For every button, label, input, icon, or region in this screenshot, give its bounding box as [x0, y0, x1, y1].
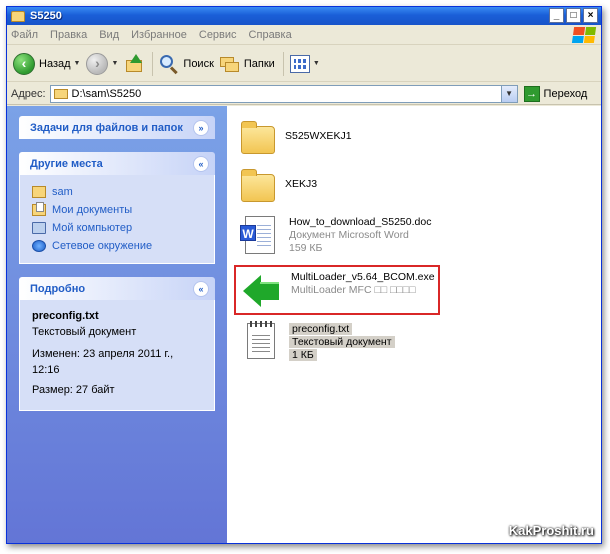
- place-link-sam[interactable]: sam: [32, 183, 204, 201]
- other-places-panel: Другие места « sam Мои документы Мой ком…: [19, 152, 215, 264]
- chevron-down-icon[interactable]: ▼: [313, 60, 320, 67]
- chevron-down-icon[interactable]: ▼: [111, 60, 118, 67]
- my-documents-icon: [32, 202, 46, 216]
- menu-help[interactable]: Справка: [249, 29, 292, 41]
- toolbar-separator: [282, 51, 284, 76]
- minimize-button[interactable]: _: [549, 8, 564, 23]
- place-link-network[interactable]: Сетевое окружение: [32, 237, 204, 255]
- file-name: How_to_download_S5250.doc: [289, 216, 432, 228]
- details-file-type: Текстовый документ: [32, 326, 137, 338]
- go-label: Переход: [543, 87, 588, 100]
- toolbar: ‹ Назад ▼ › ▼ Поиск Папки ▼: [7, 46, 601, 82]
- chevron-up-icon[interactable]: «: [193, 155, 209, 172]
- search-button[interactable]: Поиск: [159, 54, 214, 74]
- close-button[interactable]: ×: [583, 8, 598, 23]
- file-item-folder-s525wxekj1[interactable]: S525WXEKJ1: [241, 118, 352, 154]
- file-name: MultiLoader_v5.64_BCOM.exe: [291, 271, 435, 283]
- back-label: Назад: [39, 57, 71, 70]
- back-arrow-icon: ‹: [13, 52, 35, 75]
- views-icon: [289, 54, 310, 73]
- forward-button[interactable]: › ▼: [86, 52, 118, 75]
- details-panel: Подробно « preconfig.txt Текстовый докум…: [19, 277, 215, 411]
- folder-icon: [241, 121, 275, 154]
- task-pane: Задачи для файлов и папок » Другие места…: [7, 106, 227, 543]
- folder-icon: [241, 169, 275, 202]
- watermark: KakProshit.ru: [508, 523, 594, 538]
- forward-arrow-icon: ›: [86, 52, 109, 75]
- back-button[interactable]: ‹ Назад ▼: [13, 52, 81, 75]
- place-label: Сетевое окружение: [52, 240, 153, 252]
- address-label: Адрес:: [11, 87, 46, 100]
- toolbar-separator: [152, 51, 154, 76]
- views-button[interactable]: ▼: [289, 54, 320, 73]
- menu-file[interactable]: Файл: [11, 29, 38, 41]
- my-computer-icon: [32, 222, 46, 234]
- place-label: sam: [52, 186, 73, 198]
- place-label: Мой компьютер: [52, 222, 133, 234]
- details-file-name: preconfig.txt: [32, 310, 99, 322]
- menu-favorites[interactable]: Избранное: [131, 29, 187, 41]
- file-tasks-title: Задачи для файлов и папок: [30, 121, 183, 134]
- chevron-down-icon[interactable]: ▼: [500, 85, 517, 102]
- file-item-doc[interactable]: W How_to_download_S5250.doc Документ Mic…: [240, 216, 432, 255]
- green-arrow-icon: [243, 271, 281, 311]
- file-type: Текстовый документ: [289, 336, 395, 348]
- menu-view[interactable]: Вид: [99, 29, 119, 41]
- details-size: Размер: 27 байт: [32, 384, 115, 396]
- address-bar: Адрес: D:\sam\S5250 ▼ → Переход: [7, 83, 601, 105]
- menu-edit[interactable]: Правка: [50, 29, 87, 41]
- file-size: 159 КБ: [289, 242, 323, 254]
- windows-logo-icon: [571, 27, 597, 43]
- folder-icon: [32, 186, 46, 198]
- folder-icon: [11, 10, 25, 22]
- explorer-window: S5250 _ □ × Файл Правка Вид Избранное Се…: [6, 6, 602, 544]
- text-file-icon: [247, 321, 275, 359]
- chevron-down-icon[interactable]: ▼: [74, 60, 81, 67]
- file-list: S525WXEKJ1 XEKJ3 W How_to_download_S5250…: [227, 106, 601, 543]
- other-places-title: Другие места: [30, 157, 103, 170]
- title-bar[interactable]: S5250 _ □ ×: [7, 7, 601, 25]
- word-document-icon: W: [240, 216, 275, 254]
- folders-label: Папки: [243, 57, 275, 70]
- file-type: Документ Microsoft Word: [289, 229, 409, 241]
- file-item-txt-selected[interactable]: preconfig.txt Текстовый документ 1 КБ: [247, 321, 395, 362]
- file-size: 1 КБ: [289, 349, 317, 361]
- file-item-exe[interactable]: MultiLoader_v5.64_BCOM.exe MultiLoader M…: [243, 271, 435, 311]
- file-type: MultiLoader MFC □□ □□□□: [291, 284, 416, 296]
- search-icon: [159, 54, 179, 74]
- details-modified: Изменен: 23 апреля 2011 г., 12:16: [32, 348, 174, 376]
- network-icon: [32, 240, 46, 252]
- file-name: XEKJ3: [285, 178, 318, 190]
- other-places-header[interactable]: Другие места «: [19, 152, 215, 175]
- search-label: Поиск: [183, 57, 214, 70]
- file-name: preconfig.txt: [289, 323, 353, 335]
- details-header[interactable]: Подробно «: [19, 277, 215, 300]
- place-link-my-computer[interactable]: Мой компьютер: [32, 219, 204, 237]
- folders-icon: [219, 55, 240, 73]
- folders-button[interactable]: Папки: [219, 55, 275, 73]
- window-title: S5250: [30, 10, 62, 22]
- file-item-folder-xekj3[interactable]: XEKJ3: [241, 166, 317, 202]
- go-arrow-icon: →: [523, 85, 540, 102]
- place-label: Мои документы: [52, 204, 133, 216]
- up-button[interactable]: [124, 53, 144, 74]
- details-title: Подробно: [30, 282, 86, 295]
- menu-bar: Файл Правка Вид Избранное Сервис Справка: [7, 25, 601, 45]
- go-button[interactable]: → Переход: [523, 85, 588, 102]
- folder-icon: [53, 88, 68, 99]
- place-link-my-documents[interactable]: Мои документы: [32, 201, 204, 219]
- file-name: S525WXEKJ1: [285, 130, 352, 142]
- file-tasks-panel: Задачи для файлов и папок »: [19, 116, 215, 139]
- menu-tools[interactable]: Сервис: [199, 29, 237, 41]
- file-tasks-header[interactable]: Задачи для файлов и папок »: [19, 116, 215, 139]
- address-input[interactable]: D:\sam\S5250 ▼: [49, 84, 518, 103]
- chevron-up-icon[interactable]: «: [193, 280, 209, 297]
- maximize-button[interactable]: □: [566, 8, 581, 23]
- address-path: D:\sam\S5250: [71, 87, 142, 100]
- folder-up-icon: [124, 53, 144, 74]
- chevron-down-icon[interactable]: »: [193, 119, 209, 136]
